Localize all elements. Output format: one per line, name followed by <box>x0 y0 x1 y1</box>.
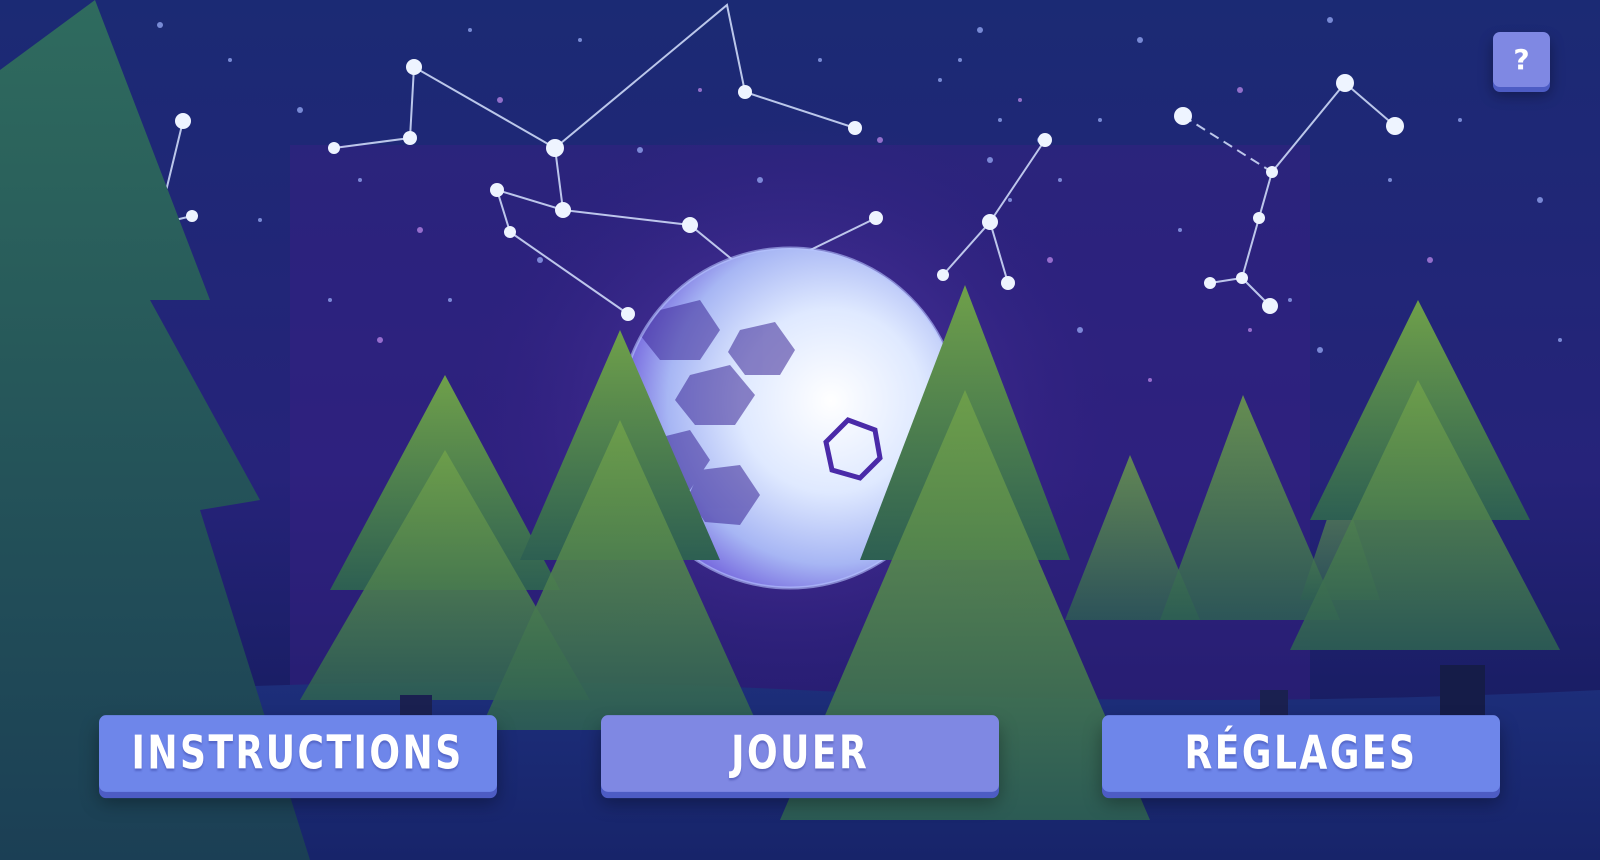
help-icon: ? <box>1513 43 1530 76</box>
settings-button[interactable]: RÉGLAGES <box>1102 715 1500 792</box>
instructions-button[interactable]: INSTRUCTIONS <box>99 715 497 792</box>
play-button[interactable]: JOUER <box>601 715 999 792</box>
play-label: JOUER <box>730 726 870 781</box>
help-button[interactable]: ? <box>1493 32 1550 87</box>
settings-label: RÉGLAGES <box>1184 726 1418 781</box>
instructions-label: INSTRUCTIONS <box>131 726 465 781</box>
